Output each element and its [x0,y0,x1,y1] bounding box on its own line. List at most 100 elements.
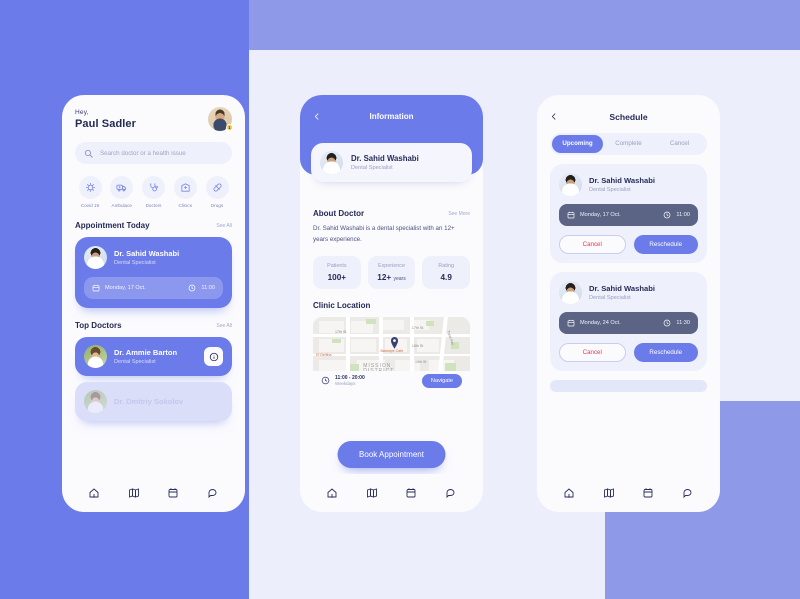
appointment-card[interactable]: Dr. Sahid Washabi Dental Specialist Mond… [75,237,232,308]
page-title: Information [369,112,414,121]
navigate-button[interactable]: Navigate [421,373,462,388]
section-title: Appointment Today [75,221,150,230]
category-label: Clinics [178,203,193,208]
category-ambulance[interactable]: Ambulace [107,176,137,208]
map-street-label: 17th St. [334,330,348,334]
doctor-name: Dr. Sahid Washabi [351,154,419,163]
phone-information-screen: Information Dr. Sahid Washabi Dental Spe… [300,95,483,512]
doctor-specialty: Dental Specialist [351,165,393,171]
schedule-doctor: Dr. Sahid Washabi Dental Specialist [559,173,698,196]
info-button[interactable] [204,347,223,366]
clock-icon [664,319,671,327]
map-icon[interactable] [366,487,378,499]
pill-icon [205,176,229,199]
about-title: About Doctor [313,209,365,218]
tab-complete[interactable]: Complete [603,135,654,153]
avatar[interactable]: 1 [208,107,233,131]
reschedule-button[interactable]: Reschedule [633,343,698,362]
schedule-card[interactable]: Dr. Sahid Washabi Dental Specialist Mond… [550,272,707,371]
doctor-photo [84,246,107,269]
tab-upcoming[interactable]: Upcoming [552,135,603,153]
phone-home-screen: Hey, Paul Sadler 1 Search doctor or a he… [62,95,245,512]
cancel-button[interactable]: Cancel [559,343,626,362]
background-top-band [249,0,800,50]
doctor-photo [559,173,582,196]
search-input[interactable]: Search doctor or a health issue [75,142,232,164]
home-icon[interactable] [326,487,338,499]
doctor-photo [320,151,343,174]
doctor-specialty: Dental Specialist [114,260,156,266]
page-title: Schedule [609,111,648,122]
map-poi-label: El Delfina [316,352,332,357]
doctor-specialty: Dental Specialist [114,359,156,365]
calendar-icon [567,211,575,219]
calendar-icon[interactable] [405,487,417,499]
calendar-icon[interactable] [642,487,654,499]
book-appointment-button[interactable]: Book Appointment [337,441,446,468]
schedule-card-partial[interactable] [550,380,707,392]
doctor-summary-card[interactable]: Dr. Sahid Washabi Dental Specialist [311,143,472,182]
category-label: Ambulace [111,203,132,208]
category-doctors[interactable]: Doctors [139,176,169,208]
schedule-datetime: Monday, 17 Oct. 11:00 [559,204,698,226]
category-clinics[interactable]: Clinics [170,176,200,208]
category-label: Drugs [210,203,224,208]
chat-icon[interactable] [207,487,219,499]
stat-label: Rating [438,262,454,269]
category-drugs[interactable]: Drugs [202,176,232,208]
clock-icon [321,376,330,385]
user-name: Paul Sadler [75,117,137,130]
calendar-icon[interactable] [167,487,179,499]
tab-cancel[interactable]: Cancel [654,135,705,153]
schedule-date: Monday, 17 Oct. [580,212,621,218]
map-street-label: 19th St [415,360,427,365]
top-doctor-card[interactable]: Dr. Dmitriy Sokolov [75,382,232,421]
category-covid[interactable]: Covid 19 [75,176,105,208]
doctor-name: Dr. Sahid Washabi [589,176,655,185]
schedule-header: Schedule [537,95,720,122]
schedule-datetime: Monday, 24 Oct. 11:30 [559,312,698,334]
bottom-nav [62,474,245,512]
greeting-text: Hey, [75,108,89,116]
bottom-nav [300,474,483,512]
stat-label: Experience [378,262,405,269]
see-all-link[interactable]: See All [216,323,232,329]
stat-value: 4.9 [440,272,452,282]
avatar-badge: 1 [226,124,233,131]
cancel-button[interactable]: Cancel [559,235,626,254]
see-more-link[interactable]: See More [448,211,470,217]
see-all-link[interactable]: See All [216,223,232,229]
chat-icon[interactable] [682,487,694,499]
doctor-name: Dr. Dmitriy Sokolov [114,397,184,406]
clock-icon [664,211,671,219]
map-street-label: 18th St [411,344,424,349]
schedule-card[interactable]: Dr. Sahid Washabi Dental Specialist Mond… [550,164,707,263]
schedule-time: 11:30 [676,320,690,326]
schedule-actions: Cancel Reschedule [559,235,698,254]
clinic-location-title: Clinic Location [313,300,371,310]
stat-rating: Rating 4.9 [422,255,471,289]
doctor-name: Dr. Sahid Washabi [589,284,655,293]
greeting-block: Hey, Paul Sadler [75,109,136,130]
appointment-time: 11:00 [201,285,215,291]
appointment-datetime: Monday, 17 Oct. 11:00 [84,277,223,299]
appointment-doctor: Dr. Sahid Washabi Dental Specialist [84,246,223,269]
category-list: Covid 19 Ambulace Doctors Clinics Drugs [75,176,232,208]
map-icon[interactable] [603,487,615,499]
map-icon[interactable] [128,487,140,499]
clinic-map[interactable]: 17th St. 17th St. 18th St 19th St Treat … [313,316,470,391]
info-icon [209,352,218,361]
chat-icon[interactable] [445,487,457,499]
map-street-label: 17th St. [411,325,425,330]
hospital-icon [173,176,197,199]
calendar-icon [567,319,575,327]
home-icon[interactable] [88,487,100,499]
top-doctor-card[interactable]: Dr. Ammie Barton Dental Specialist [75,337,232,376]
reschedule-button[interactable]: Reschedule [633,235,698,254]
home-icon[interactable] [563,487,575,499]
stat-value: 100+ [327,272,347,282]
map-poi-label: Balampé Cafe [380,349,404,354]
schedule-doctor: Dr. Sahid Washabi Dental Specialist [559,281,698,304]
doctor-photo [84,390,107,413]
top-doctors-section-header: Top Doctors See All [75,321,232,330]
